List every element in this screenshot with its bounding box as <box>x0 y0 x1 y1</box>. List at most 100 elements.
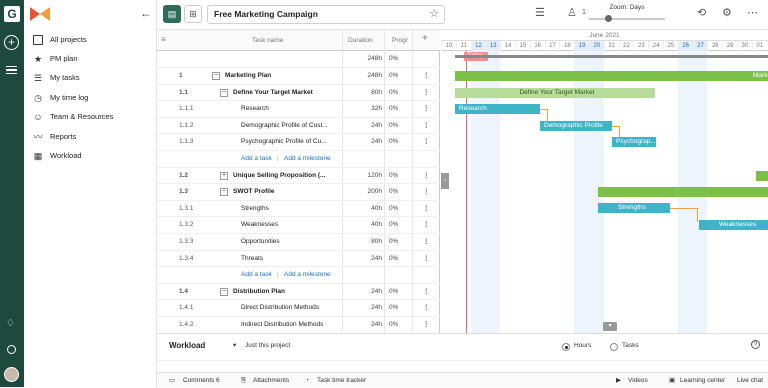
task-duration[interactable]: 24h <box>348 317 382 333</box>
more-options-icon[interactable]: ⋯ <box>747 6 758 19</box>
ganttpro-logo[interactable]: G <box>4 6 20 22</box>
task-progress[interactable]: 0% <box>389 168 398 184</box>
task-duration[interactable]: 24h <box>348 300 382 316</box>
row-more-icon[interactable]: ⋮ <box>423 234 430 250</box>
task-row[interactable]: 1.3.4 Threats 24h 0% ⋮ <box>157 251 440 268</box>
task-row[interactable]: 1.1 − Define Your Target Market 80h 0% ⋮ <box>157 85 440 102</box>
bar-research[interactable]: Research <box>455 104 540 114</box>
task-row[interactable]: 1 − Marketing Plan 248h 0% ⋮ <box>157 68 440 85</box>
filter-icon[interactable]: ☰ <box>535 6 545 19</box>
grid-settings-icon[interactable]: ≡ <box>161 35 166 44</box>
task-row[interactable]: 1.3.3 Opportunities 80h 0% ⋮ <box>157 234 440 251</box>
task-progress[interactable]: 0% <box>389 85 398 101</box>
task-name[interactable]: Unique Selling Proposition (... <box>233 168 325 184</box>
row-more-icon[interactable]: ⋮ <box>423 134 430 150</box>
bar-marketing-plan[interactable]: Market <box>455 71 768 81</box>
collapse-sidebar-icon[interactable]: ← <box>140 6 152 20</box>
board-view-button[interactable]: ⊞ <box>184 5 202 23</box>
zoom-slider[interactable]: Zoom: Days <box>577 3 677 27</box>
add-task-link[interactable]: Add a task <box>241 151 272 167</box>
comments-button[interactable]: Comments <box>183 373 214 388</box>
sidebar-item-my-time-log[interactable]: ◷ My time log <box>24 89 157 107</box>
learning-center-button[interactable]: Learning center <box>680 373 725 388</box>
learning-icon[interactable]: ▣ <box>669 373 675 388</box>
add-milestone-link[interactable]: Add a milestone <box>284 267 331 283</box>
search-icon[interactable] <box>7 345 16 354</box>
row-more-icon[interactable]: ⋮ <box>423 284 430 300</box>
task-duration[interactable]: 40h <box>348 217 382 233</box>
task-name[interactable]: Distribution Plan <box>233 284 285 300</box>
task-row[interactable]: 1.4 − Distribution Plan 24h 0% ⋮ <box>157 284 440 301</box>
task-row[interactable]: 1.3.2 Weaknesses 40h 0% ⋮ <box>157 217 440 234</box>
add-task-row[interactable]: Add a task | Add a milestone <box>157 267 440 284</box>
bar-weaknesses[interactable]: Weaknesses <box>699 220 768 230</box>
add-task-link[interactable]: Add a task <box>241 267 272 283</box>
zoom-knob[interactable] <box>605 15 612 22</box>
task-duration[interactable]: 248h <box>348 68 382 84</box>
task-progress[interactable]: 0% <box>389 234 398 250</box>
task-name[interactable]: Define Your Target Market <box>233 85 313 101</box>
row-more-icon[interactable]: ⋮ <box>423 101 430 117</box>
row-more-icon[interactable]: ⋮ <box>423 68 430 84</box>
task-progress[interactable]: 0% <box>389 217 398 233</box>
sidebar-item-team-resources[interactable]: ☺ Team & Resources <box>24 108 157 126</box>
task-name[interactable]: Opportunities <box>241 234 280 250</box>
task-duration[interactable]: 24h <box>348 251 382 267</box>
attachments-icon[interactable]: ⎘ <box>241 373 246 388</box>
task-name[interactable]: Research <box>241 101 269 117</box>
scroll-down-handle[interactable]: ▾ <box>603 322 617 331</box>
row-more-icon[interactable]: ⋮ <box>423 184 430 200</box>
task-row[interactable]: 1.2 + Unique Selling Proposition (... 120h 0… <box>157 168 440 185</box>
task-row[interactable]: 1.1.2 Demographic Profile of Cust... 24h 0%… <box>157 118 440 135</box>
collapse-icon[interactable]: − <box>220 88 228 97</box>
collapse-icon[interactable]: − <box>220 188 228 197</box>
task-progress[interactable]: 0% <box>389 101 398 117</box>
row-more-icon[interactable]: ⋮ <box>423 85 430 101</box>
scroll-left-handle[interactable]: ‹ <box>441 173 449 189</box>
history-icon[interactable]: ⟲ <box>697 6 706 19</box>
lightbulb-icon[interactable]: ♢ <box>6 318 15 329</box>
workload-filter-select[interactable]: Just this project <box>245 342 290 349</box>
row-more-icon[interactable]: ⋮ <box>423 251 430 267</box>
task-row[interactable]: 1.3.1 Strengths 40h 0% ⋮ <box>157 201 440 218</box>
bar-strengths[interactable]: Strengths <box>598 203 670 213</box>
attachments-button[interactable]: Attachments <box>253 373 289 388</box>
row-more-icon[interactable]: ⋮ <box>423 201 430 217</box>
task-duration[interactable]: 80h <box>348 234 382 250</box>
task-name[interactable]: Indirect Distribution Methods <box>241 317 323 333</box>
task-duration[interactable]: 24h <box>348 284 382 300</box>
task-duration[interactable]: 24h <box>348 134 382 150</box>
task-name[interactable]: Threats <box>241 251 263 267</box>
collapse-icon[interactable]: − <box>220 287 228 296</box>
task-duration[interactable]: 120h <box>348 168 382 184</box>
add-milestone-link[interactable]: Add a milestone <box>284 151 331 167</box>
task-name[interactable]: Direct Distribution Methods <box>241 300 319 316</box>
row-more-icon[interactable]: ⋮ <box>423 300 430 316</box>
menu-icon[interactable] <box>6 66 17 74</box>
chevron-down-icon[interactable]: ▾ <box>233 341 236 349</box>
gantt-view-button[interactable]: ▤ <box>163 5 181 23</box>
add-column-icon[interactable]: + <box>422 33 428 44</box>
add-task-row[interactable]: Add a task | Add a milestone <box>157 151 440 168</box>
task-progress[interactable]: 0% <box>389 251 398 267</box>
task-duration[interactable]: 200h <box>348 184 382 200</box>
settings-gear-icon[interactable]: ⚙ <box>722 6 732 19</box>
task-duration[interactable]: 40h <box>348 201 382 217</box>
row-more-icon[interactable]: ⋮ <box>423 317 430 333</box>
task-progress[interactable]: 0% <box>389 284 398 300</box>
task-row[interactable]: 1.1.1 Research 32h 0% ⋮ <box>157 101 440 118</box>
bar-swot[interactable] <box>598 187 768 197</box>
project-title[interactable]: Free Marketing Campaign ☆ <box>207 5 445 24</box>
videos-button[interactable]: Videos <box>628 373 648 388</box>
bar-psychographic[interactable]: Psychograp... <box>612 137 656 147</box>
task-row[interactable]: 1.1.3 Psychographic Profile of Cu... 24h 0%… <box>157 134 440 151</box>
task-progress[interactable]: 0% <box>389 134 398 150</box>
tasks-radio[interactable] <box>610 343 618 351</box>
create-project-button[interactable]: + <box>4 35 19 50</box>
task-row[interactable]: 1.4.2 Indirect Distribution Methods 24h 0% ⋮ <box>157 317 440 334</box>
hours-radio[interactable] <box>562 343 570 351</box>
row-more-icon[interactable]: ⋮ <box>423 118 430 134</box>
comments-icon[interactable]: ▭ <box>169 373 175 388</box>
live-chat-button[interactable]: Live chat <box>737 373 763 388</box>
tracker-icon[interactable]: ◔ <box>305 373 309 388</box>
